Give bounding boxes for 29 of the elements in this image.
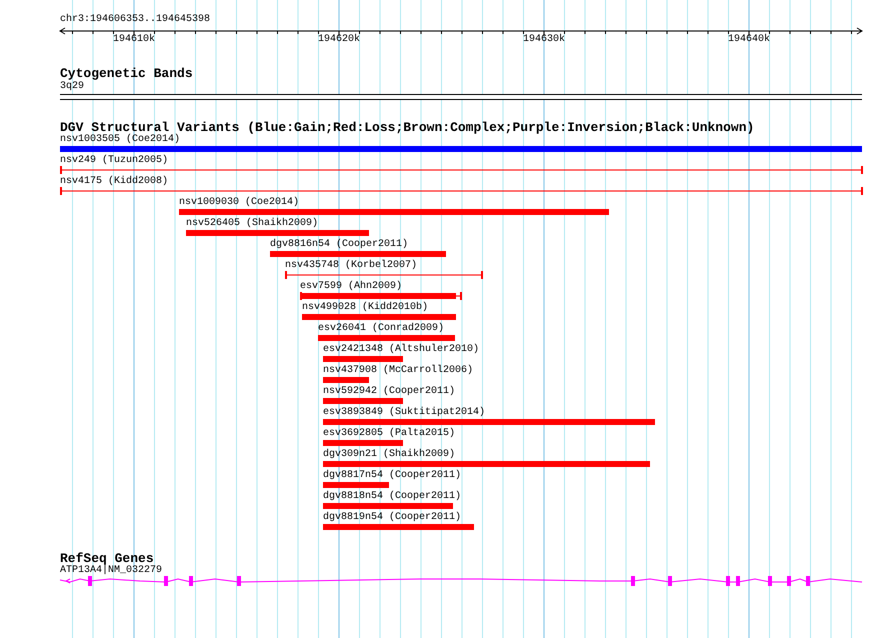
variant-label: esv3893849 (Suktitipat2014) <box>323 407 486 419</box>
variant-label: nsv1009030 (Coe2014) <box>179 197 300 209</box>
variant-label: nsv499028 (Kidd2010b) <box>302 302 428 314</box>
ruler-location-label: chr3:194606353..194645398 <box>60 14 210 26</box>
variant-label: dgv309n21 (Shaikh2009) <box>323 449 456 461</box>
track-title: DGV Structural Variants (Blue:Gain;Red:Loss;Brown:Complex;Purple:Inversion;Black:Unknown) <box>60 121 754 134</box>
ruler-tick-label: 194630k <box>523 34 565 46</box>
variant-label: nsv249 (Tuzun2005) <box>60 155 168 167</box>
variant-label: nsv526405 (Shaikh2009) <box>186 218 318 230</box>
ruler-tick-label: 194620k <box>318 34 360 46</box>
variant-label: dgv8816n54 (Cooper2011) <box>270 239 408 251</box>
variant-label: nsv435748 (Korbel2007) <box>285 260 418 272</box>
variant-label: esv2421348 (Altshuler2010) <box>323 344 480 356</box>
variant-label: dgv8818n54 (Cooper2011) <box>323 491 462 503</box>
band-label: 3q29 <box>60 81 84 93</box>
variant-label: nsv592942 (Cooper2011) <box>323 386 456 398</box>
variant-label: esv7599 (Ahn2009) <box>300 281 402 293</box>
variant-label: esv3692805 (Palta2015) <box>323 428 456 440</box>
ruler-tick-label: 194610k <box>113 34 155 46</box>
track-title: Cytogenetic Bands <box>60 67 193 81</box>
variant-label: nsv437908 (McCarroll2006) <box>323 365 474 377</box>
track-title: RefSeq Genes <box>60 552 154 566</box>
variant-label: esv26041 (Conrad2009) <box>318 323 444 335</box>
gene-label: ATP13A4|NM_032279 <box>60 566 162 576</box>
ruler-tick-label: 194640k <box>728 34 770 46</box>
variant-label: dgv8817n54 (Cooper2011) <box>323 470 462 482</box>
variant-label: dgv8819n54 (Cooper2011) <box>323 512 462 524</box>
variant-label: nsv1003505 (Coe2014) <box>60 134 180 146</box>
variant-label: nsv4175 (Kidd2008) <box>60 176 168 188</box>
